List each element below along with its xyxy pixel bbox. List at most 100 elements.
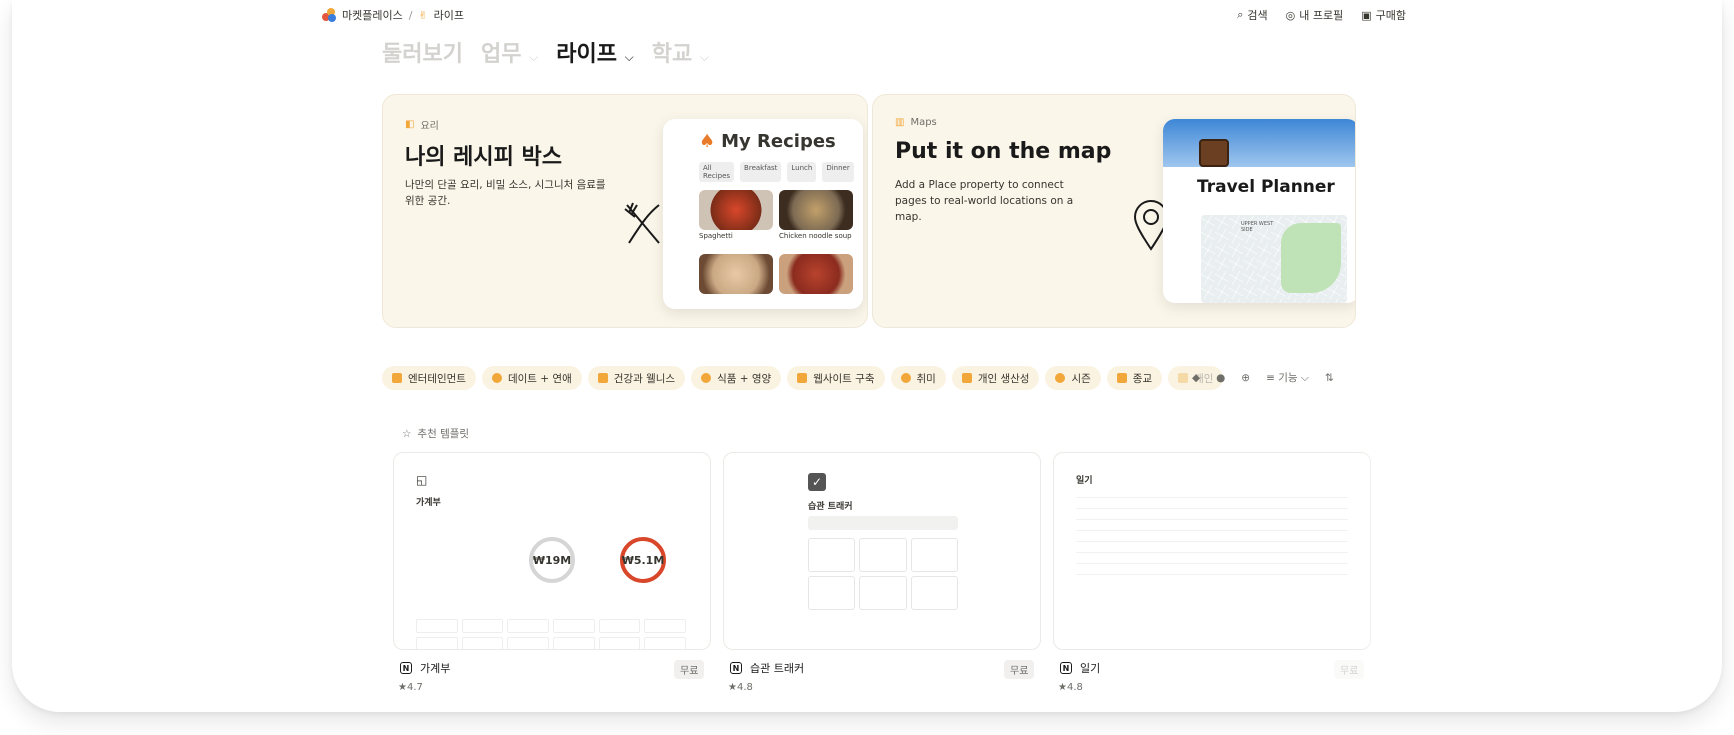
habit-grid [808, 538, 958, 610]
chevron-down-icon: ⌵ [624, 50, 634, 64]
budget-icon: ◱ [416, 473, 428, 487]
recipe-labels: Spaghetti Chicken noodle soup [699, 232, 852, 240]
banner-title: Put it on the map [895, 139, 1112, 164]
category-school[interactable]: 학교 ⌵ [652, 36, 709, 68]
diary-row [1076, 567, 1348, 575]
filter-dating[interactable]: 데이트 + 연애 [481, 366, 582, 390]
tag-icon[interactable]: ◆ [1192, 372, 1200, 384]
filter-season[interactable]: 시즌 [1045, 366, 1101, 390]
checklist-icon [961, 373, 972, 383]
rating-value: 4.8 [736, 682, 753, 693]
banner-recipe-box[interactable]: ◧ 요리 나의 레시피 박스 나만의 단골 요리, 비밀 소스, 시그니처 음료… [382, 94, 868, 328]
church-icon [1116, 373, 1127, 383]
chip-label: 엔터테인먼트 [408, 372, 466, 385]
recipe-preview-title-text: My Recipes [721, 131, 836, 152]
template-name: 습관 트래커 [750, 662, 805, 675]
filter-productivity[interactable]: 개인 생산성 [951, 366, 1040, 390]
filter-entertainment[interactable]: 엔터테인먼트 [382, 366, 476, 390]
scroll-fade [1358, 90, 1398, 690]
search-label: 검색 [1247, 9, 1268, 22]
price-badge: 무료 [1004, 660, 1035, 679]
profile-button[interactable]: ◎ 내 프로필 [1286, 7, 1344, 23]
template-footer[interactable]: N 습관 트래커 [730, 660, 804, 676]
chip-label: 데이트 + 연애 [507, 372, 572, 385]
template-footer[interactable]: N 일기 [1060, 660, 1100, 676]
carrot-icon: ♠ [699, 131, 716, 152]
category-work-label: 업무 [480, 42, 522, 67]
filter-website[interactable]: 웹사이트 구축 [787, 366, 885, 390]
template-card-budget[interactable]: ◱ 가계부 ₩19M ₩5.1M [393, 452, 711, 650]
life-icon: ✌ [418, 8, 428, 22]
diary-row [1076, 512, 1348, 520]
filter-lines-icon: ≡ [1266, 372, 1275, 384]
purchases-button[interactable]: ▣ 구매함 [1361, 7, 1406, 23]
filter-tools: ◆ ● ⊕ ≡ 기능 ⌵ ⇅ [1192, 370, 1334, 385]
app-window: 마켓플레이스 / ✌ 라이프 ⌕ 검색 ◎ 내 프로필 ▣ 구매함 둘러보기 업… [12, 0, 1722, 712]
template-preview: ◱ 가계부 ₩19M ₩5.1M [394, 453, 710, 649]
callout-block [808, 516, 958, 530]
features-dropdown[interactable]: ≡ 기능 ⌵ [1266, 370, 1309, 385]
star-icon: ★ [728, 682, 737, 693]
profile-label: 내 프로필 [1299, 9, 1344, 22]
recipe-preview-card: ♠ My Recipes All Recipes Breakfast Lunch … [663, 119, 863, 309]
website-icon [797, 373, 808, 383]
breadcrumb-root[interactable]: 마켓플레이스 [342, 7, 403, 23]
fork-knife-icon [624, 202, 660, 244]
suitcase-icon [1199, 139, 1229, 167]
preview-title: 습관 트래커 [808, 502, 853, 512]
chip-label: 개인 생산성 [977, 372, 1030, 385]
snowflake-icon [1055, 373, 1066, 383]
donut-chart-red: ₩5.1M [620, 537, 666, 583]
heart-icon [491, 373, 502, 383]
pill: Lunch [787, 162, 817, 182]
category-browse[interactable]: 둘러보기 [382, 36, 463, 68]
pie-image [699, 254, 773, 294]
template-card-habit[interactable]: ✓ 습관 트래커 [723, 452, 1041, 650]
diary-row [1076, 534, 1348, 542]
template-preview: 일기 [1054, 453, 1370, 595]
travel-preview-card: Travel Planner UPPER WEST SIDE [1163, 119, 1355, 303]
template-footer[interactable]: N 가계부 [400, 660, 450, 676]
ball-icon [900, 373, 911, 383]
park-area [1281, 223, 1341, 293]
pill: All Recipes [699, 162, 735, 182]
category-life[interactable]: 라이프 ⌵ [556, 36, 634, 68]
mini-grid [416, 619, 686, 649]
marketplace-logo-icon [322, 8, 336, 22]
sort-icon[interactable]: ⇅ [1325, 372, 1334, 384]
search-icon: ⌕ [1237, 8, 1244, 21]
search-button[interactable]: ⌕ 검색 [1237, 7, 1267, 23]
features-label: 기능 [1278, 372, 1298, 384]
chip-label: 건강과 웰니스 [613, 372, 676, 385]
tart-image [779, 254, 853, 294]
diary-row [1076, 523, 1348, 531]
person-icon[interactable]: ● [1216, 372, 1225, 384]
breadcrumb-current[interactable]: 라이프 [434, 7, 464, 23]
filter-chips: 엔터테인먼트 데이트 + 연애 건강과 웰니스 식품 + 영양 웹사이트 구축 … [382, 366, 1224, 390]
top-bar: 마켓플레이스 / ✌ 라이프 ⌕ 검색 ◎ 내 프로필 ▣ 구매함 [12, 0, 1722, 30]
banner-tag: ▥ Maps [895, 117, 937, 128]
chevron-down-icon: ⌵ [1300, 372, 1309, 384]
notion-icon: N [1060, 662, 1072, 674]
globe-icon[interactable]: ⊕ [1241, 372, 1250, 384]
template-card-diary[interactable]: 일기 [1053, 452, 1371, 650]
template-name: 가계부 [420, 662, 451, 675]
filter-hobby[interactable]: 취미 [890, 366, 946, 390]
section-label: 추천 템플릿 [417, 428, 470, 440]
breadcrumb-separator: / [408, 8, 413, 22]
apple-icon [701, 373, 712, 383]
breadcrumb: 마켓플레이스 / ✌ 라이프 [322, 7, 464, 23]
section-header: ☆ 추천 템플릿 [402, 426, 469, 441]
banner-maps[interactable]: ▥ Maps Put it on the map Add a Place pro… [872, 94, 1356, 328]
bag-icon: ▣ [1361, 8, 1372, 22]
category-work[interactable]: 업무 ⌵ [481, 36, 538, 68]
price-badge: 무료 [1334, 660, 1365, 679]
top-actions: ⌕ 검색 ◎ 내 프로필 ▣ 구매함 [1237, 7, 1406, 23]
rating: ★4.7 [398, 682, 423, 693]
rating-value: 4.8 [1066, 682, 1083, 693]
filter-food[interactable]: 식품 + 영양 [691, 366, 782, 390]
template-name: 일기 [1080, 662, 1101, 675]
filter-religion[interactable]: 종교 [1106, 366, 1163, 390]
star-icon: ★ [1058, 682, 1067, 693]
filter-wellness[interactable]: 건강과 웰니스 [587, 366, 686, 390]
